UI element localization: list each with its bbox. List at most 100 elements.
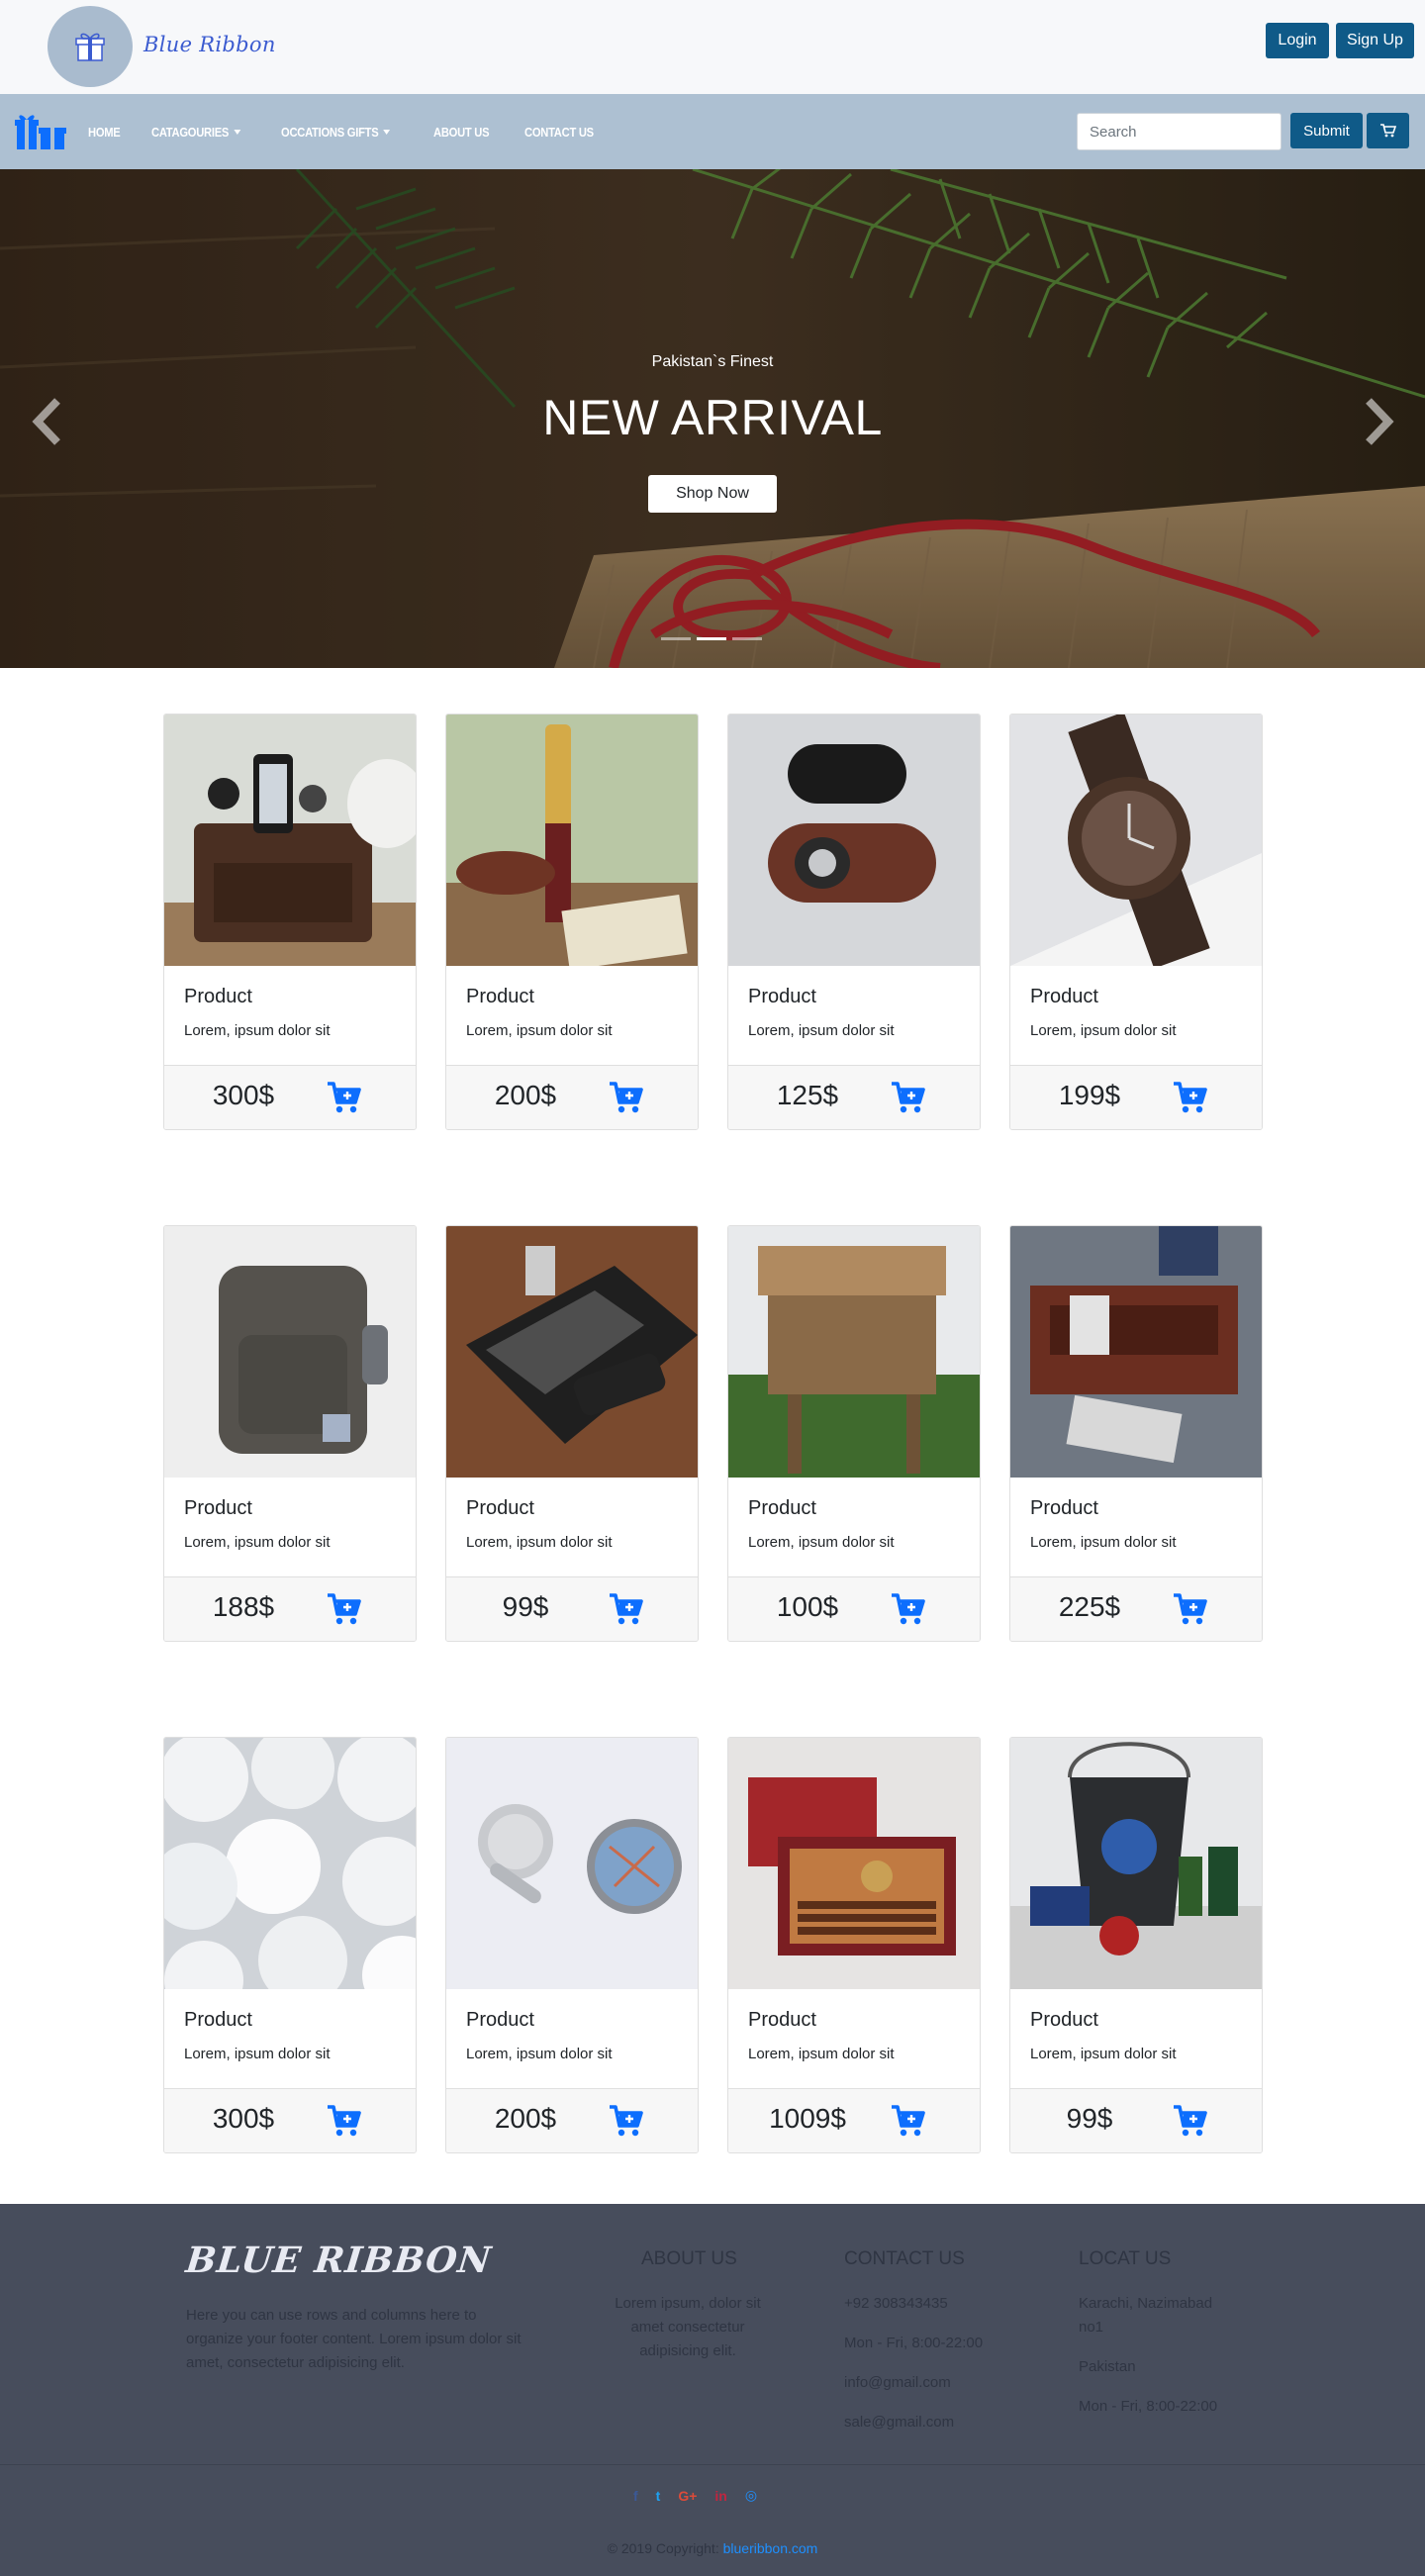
nav-home-label: HOME — [88, 124, 121, 140]
product-card[interactable]: Product Lorem, ipsum dolor sit 200$ — [445, 1737, 699, 2153]
product-price: 200$ — [494, 1080, 557, 1110]
footer-contact-list: +92 308343435 Mon - Fri, 8:00-22:00 info… — [844, 2292, 983, 2450]
product-description: Lorem, ipsum dolor sit — [748, 1534, 895, 1551]
nav-occasion-gifts-dropdown[interactable]: OCCATIONS GIFTS — [281, 125, 391, 140]
nav-home[interactable]: HOME — [88, 125, 121, 140]
product-image[interactable] — [728, 715, 980, 966]
top-header: Blue Ribbon Login Sign Up — [0, 0, 1425, 94]
cart-plus-icon — [1174, 2105, 1207, 2137]
product-image[interactable] — [164, 715, 416, 966]
product-image[interactable] — [728, 1738, 980, 1989]
footer-about-text: Lorem ipsum, dolor sit amet consectetur … — [615, 2295, 761, 2359]
search-submit-button[interactable]: Submit — [1290, 113, 1363, 148]
product-card[interactable]: Product Lorem, ipsum dolor sit 200$ — [445, 714, 699, 1130]
gifts-icon — [15, 115, 66, 149]
product-image[interactable] — [446, 1738, 698, 1989]
product-price: 199$ — [1058, 1080, 1121, 1110]
cart-plus-icon — [1174, 1593, 1207, 1625]
product-card[interactable]: Product Lorem, ipsum dolor sit 225$ — [1009, 1225, 1263, 1642]
carousel-indicator-active[interactable] — [697, 637, 726, 640]
product-card[interactable]: Product Lorem, ipsum dolor sit 100$ — [727, 1225, 981, 1642]
copyright: © 2019 Copyright: blueribbon.com — [0, 2540, 1425, 2556]
product-photo — [164, 715, 416, 966]
carousel-indicator[interactable] — [732, 637, 762, 640]
product-card[interactable]: Product Lorem, ipsum dolor sit 300$ — [163, 714, 417, 1130]
nav-about-us[interactable]: ABOUT US — [433, 125, 490, 140]
google-plus-icon[interactable]: G+ — [678, 2488, 697, 2504]
copyright-link[interactable]: blueribbon.com — [723, 2540, 818, 2556]
product-image[interactable] — [446, 715, 698, 966]
shop-now-button[interactable]: Shop Now — [648, 475, 777, 513]
product-image[interactable] — [446, 1226, 698, 1478]
product-photo — [728, 1226, 980, 1478]
signup-button[interactable]: Sign Up — [1336, 23, 1414, 58]
twitter-icon[interactable]: t — [656, 2488, 661, 2504]
product-photo — [446, 1226, 698, 1478]
product-title: Product — [466, 986, 534, 1007]
product-card[interactable]: Product Lorem, ipsum dolor sit 188$ — [163, 1225, 417, 1642]
add-to-cart-button[interactable] — [609, 1592, 644, 1631]
product-image[interactable] — [1010, 715, 1262, 966]
product-card[interactable]: Product Lorem, ipsum dolor sit 1009$ — [727, 1737, 981, 2153]
product-card-footer: 199$ — [1010, 1065, 1262, 1129]
brand-name[interactable]: Blue Ribbon — [143, 33, 276, 56]
product-title: Product — [748, 2009, 816, 2031]
add-to-cart-button[interactable] — [891, 2104, 926, 2143]
add-to-cart-button[interactable] — [327, 2104, 362, 2143]
carousel-indicator[interactable] — [661, 637, 691, 640]
cart-button[interactable] — [1367, 113, 1409, 148]
product-price: 1009$ — [769, 2103, 846, 2134]
product-photo — [446, 715, 698, 966]
product-card-footer: 1009$ — [728, 2088, 980, 2152]
product-card[interactable]: Product Lorem, ipsum dolor sit 99$ — [1009, 1737, 1263, 2153]
product-image[interactable] — [164, 1738, 416, 1989]
product-card[interactable]: Product Lorem, ipsum dolor sit 199$ — [1009, 714, 1263, 1130]
product-title: Product — [466, 2009, 534, 2031]
linkedin-icon[interactable]: in — [714, 2488, 726, 2504]
facebook-icon[interactable]: f — [633, 2488, 638, 2504]
add-to-cart-button[interactable] — [327, 1592, 362, 1631]
cart-plus-icon — [892, 1593, 925, 1625]
product-card-footer: 188$ — [164, 1576, 416, 1641]
main-navbar: HOME CATAGOURIES OCCATIONS GIFTS ABOUT U… — [0, 94, 1425, 169]
product-card-footer: 125$ — [728, 1065, 980, 1129]
add-to-cart-button[interactable] — [609, 1081, 644, 1119]
product-card[interactable]: Product Lorem, ipsum dolor sit 300$ — [163, 1737, 417, 2153]
product-image[interactable] — [728, 1226, 980, 1478]
cart-plus-icon — [610, 1593, 643, 1625]
product-card[interactable]: Product Lorem, ipsum dolor sit 99$ — [445, 1225, 699, 1642]
product-description: Lorem, ipsum dolor sit — [466, 1022, 613, 1039]
add-to-cart-button[interactable] — [1173, 1081, 1208, 1119]
product-price: 300$ — [212, 2103, 275, 2134]
add-to-cart-button[interactable] — [327, 1081, 362, 1119]
login-button[interactable]: Login — [1266, 23, 1329, 58]
add-to-cart-button[interactable] — [609, 2104, 644, 2143]
product-photo — [1010, 715, 1262, 966]
add-to-cart-button[interactable] — [891, 1592, 926, 1631]
nav-contact-us[interactable]: CONTACT US — [524, 125, 594, 140]
product-image[interactable] — [164, 1226, 416, 1478]
footer-address: Karachi, Nazimabad no1 — [1079, 2295, 1213, 2336]
product-card-footer: 99$ — [446, 1576, 698, 1641]
carousel-next-button[interactable] — [1357, 397, 1396, 451]
search-input[interactable] — [1077, 113, 1282, 150]
product-image[interactable] — [1010, 1738, 1262, 1989]
footer-location-list: Karachi, Nazimabad no1 Pakistan Mon - Fr… — [1079, 2292, 1237, 2434]
instagram-icon[interactable]: ◎ — [745, 2487, 757, 2504]
carousel-prev-button[interactable] — [30, 397, 69, 451]
product-title: Product — [466, 1497, 534, 1519]
nav-contact-label: CONTACT US — [523, 124, 594, 140]
nav-categories-dropdown[interactable]: CATAGOURIES — [151, 125, 240, 140]
nav-gift-logo[interactable] — [15, 110, 66, 156]
product-description: Lorem, ipsum dolor sit — [1030, 2046, 1177, 2062]
product-image[interactable] — [1010, 1226, 1262, 1478]
footer-sale-email[interactable]: sale@gmail.com — [844, 2411, 983, 2434]
add-to-cart-button[interactable] — [1173, 1592, 1208, 1631]
product-card[interactable]: Product Lorem, ipsum dolor sit 125$ — [727, 714, 981, 1130]
add-to-cart-button[interactable] — [1173, 2104, 1208, 2143]
add-to-cart-button[interactable] — [891, 1081, 926, 1119]
gift-logo[interactable] — [48, 6, 133, 87]
social-links: f t G+ in ◎ — [633, 2487, 757, 2504]
product-description: Lorem, ipsum dolor sit — [184, 2046, 331, 2062]
footer-info-email[interactable]: info@gmail.com — [844, 2371, 983, 2395]
